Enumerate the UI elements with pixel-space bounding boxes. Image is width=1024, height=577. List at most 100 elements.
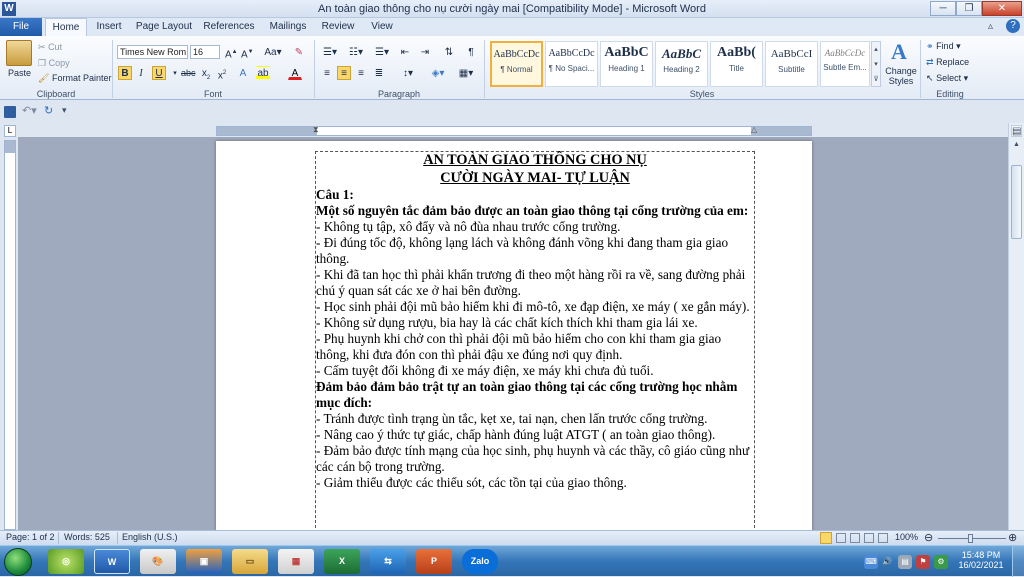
- horizontal-ruler[interactable]: ⧗ △: [216, 125, 812, 136]
- font-size-combo[interactable]: 16: [190, 45, 220, 59]
- increase-indent-icon[interactable]: ⇥: [418, 45, 432, 59]
- powerpoint-taskbar-icon[interactable]: P: [416, 549, 452, 574]
- restore-button[interactable]: ❐: [956, 1, 982, 16]
- tray-utility-icon[interactable]: ⚙: [934, 555, 948, 569]
- word-count[interactable]: Words: 525: [64, 532, 110, 542]
- right-indent-marker-icon[interactable]: △: [751, 125, 757, 134]
- text-effects-icon[interactable]: A: [236, 66, 250, 80]
- indent-marker-icon[interactable]: ⧗: [313, 125, 319, 135]
- zoom-in-icon[interactable]: ⊕: [1008, 531, 1017, 544]
- app-icon[interactable]: ▣: [186, 549, 222, 574]
- style-heading-1[interactable]: AaBbC Heading 1: [600, 41, 653, 87]
- tray-app-icon[interactable]: ⌨: [864, 555, 878, 569]
- vertical-scrollbar[interactable]: ▤ ▲: [1008, 123, 1024, 530]
- font-family-combo[interactable]: Times New Rom: [117, 45, 188, 59]
- show-desktop-button[interactable]: [1012, 546, 1024, 577]
- draft-view-icon[interactable]: [878, 533, 888, 543]
- find-button[interactable]: ⚭ Find ▾: [926, 41, 961, 52]
- style-subtitle[interactable]: AaBbCcI Subtitle: [765, 41, 818, 87]
- unikey-icon[interactable]: ▦: [278, 549, 314, 574]
- paint-icon[interactable]: 🎨: [140, 549, 176, 574]
- tab-page-layout[interactable]: Page Layout: [134, 18, 194, 36]
- clock[interactable]: 15:48 PM 16/02/2021: [956, 550, 1006, 570]
- bold-button[interactable]: B: [118, 66, 132, 80]
- replace-button[interactable]: ⇄ Replace: [926, 57, 969, 68]
- style-no-spacing[interactable]: AaBbCcDc ¶ No Spaci...: [545, 41, 598, 87]
- italic-button[interactable]: I: [134, 66, 148, 80]
- tab-mailings[interactable]: Mailings: [264, 18, 312, 36]
- start-button[interactable]: [4, 548, 32, 576]
- change-case-icon[interactable]: Aa▾: [262, 45, 284, 59]
- tab-references[interactable]: References: [200, 18, 258, 36]
- vertical-ruler[interactable]: [4, 140, 16, 530]
- minimize-button[interactable]: ─: [930, 1, 956, 16]
- decrease-indent-icon[interactable]: ⇤: [398, 45, 412, 59]
- change-styles-button[interactable]: Change Styles: [884, 66, 918, 86]
- bullets-icon[interactable]: ☰▾: [320, 45, 340, 59]
- flag-icon[interactable]: ⚑: [916, 555, 930, 569]
- superscript-button[interactable]: x2: [215, 66, 229, 81]
- style-title[interactable]: AaBb(Title: [710, 41, 763, 87]
- format-painter-button[interactable]: 🖌 Format Painter: [38, 73, 111, 84]
- tab-home[interactable]: Home: [45, 18, 87, 36]
- web-layout-view-icon[interactable]: [850, 533, 860, 543]
- save-icon[interactable]: [4, 106, 16, 118]
- style-normal[interactable]: AaBbCcDc ¶ Normal: [490, 41, 543, 87]
- show-formatting-icon[interactable]: ¶: [464, 45, 478, 59]
- grow-font-icon[interactable]: A▲: [224, 45, 238, 60]
- close-button[interactable]: ✕: [982, 1, 1022, 16]
- document-page[interactable]: AN TOÀN GIAO THÔNG CHO NỤ CƯỜI NGÀY MAI-…: [216, 141, 812, 543]
- borders-icon[interactable]: ▦▾: [456, 66, 476, 80]
- align-center-icon[interactable]: ≡: [337, 66, 351, 80]
- style-subtle-emphasis[interactable]: AaBbCcDc Subtle Em...: [820, 41, 870, 87]
- align-left-icon[interactable]: ≡: [320, 66, 334, 80]
- scroll-thumb[interactable]: [1011, 165, 1022, 239]
- underline-button[interactable]: U: [152, 66, 166, 80]
- text-box[interactable]: AN TOÀN GIAO THÔNG CHO NỤ CƯỜI NGÀY MAI-…: [315, 151, 755, 543]
- help-icon[interactable]: ?: [1006, 19, 1020, 33]
- zalo-icon[interactable]: Zalo: [462, 549, 498, 574]
- excel-taskbar-icon[interactable]: X: [324, 549, 360, 574]
- styles-scroll-icon[interactable]: ▴ ▾ ⊽: [871, 41, 881, 87]
- select-button[interactable]: ↖ Select ▾: [926, 73, 968, 84]
- cut-button[interactable]: ✂ Cut: [38, 42, 62, 53]
- tab-view[interactable]: View: [364, 18, 400, 36]
- tab-insert[interactable]: Insert: [90, 18, 128, 36]
- outline-view-icon[interactable]: [864, 533, 874, 543]
- customize-qat-icon[interactable]: ▾: [62, 105, 67, 116]
- change-styles-icon[interactable]: A: [888, 40, 910, 64]
- volume-icon[interactable]: 🔊: [880, 555, 894, 569]
- align-right-icon[interactable]: ≡: [354, 66, 368, 80]
- tab-review[interactable]: Review: [318, 18, 358, 36]
- network-icon[interactable]: ▤: [898, 555, 912, 569]
- highlight-color-icon[interactable]: ab: [256, 66, 270, 80]
- teamviewer-icon[interactable]: ⇆: [370, 549, 406, 574]
- zoom-level[interactable]: 100%: [895, 532, 918, 542]
- style-heading-2[interactable]: AaBbC Heading 2: [655, 41, 708, 87]
- scroll-up-icon[interactable]: ▲: [1011, 141, 1022, 153]
- tab-file[interactable]: File: [0, 18, 42, 36]
- minimize-ribbon-icon[interactable]: ▵: [988, 21, 993, 32]
- justify-icon[interactable]: ≣: [372, 66, 386, 80]
- ruler-toggle-icon[interactable]: ▤: [1011, 125, 1022, 137]
- tab-selector-icon[interactable]: L: [4, 125, 16, 137]
- subscript-button[interactable]: x2: [199, 66, 213, 81]
- print-layout-view-icon[interactable]: [820, 532, 832, 544]
- redo-icon[interactable]: ↻: [44, 104, 53, 117]
- strikethrough-button[interactable]: abc: [180, 66, 196, 80]
- full-screen-view-icon[interactable]: [836, 533, 846, 543]
- line-spacing-icon[interactable]: ↕▾: [398, 66, 418, 80]
- coccoc-browser-icon[interactable]: ◎: [48, 549, 84, 574]
- language-indicator[interactable]: English (U.S.): [122, 532, 178, 542]
- word-taskbar-icon[interactable]: W: [94, 549, 130, 574]
- paste-button[interactable]: Paste: [8, 68, 31, 78]
- shrink-font-icon[interactable]: A▼: [240, 45, 254, 60]
- page-count[interactable]: Page: 1 of 2: [6, 532, 55, 542]
- clear-formatting-icon[interactable]: ✎: [292, 45, 306, 59]
- numbering-icon[interactable]: ☷▾: [346, 45, 366, 59]
- zoom-out-icon[interactable]: ⊖: [924, 531, 933, 544]
- zoom-slider-thumb[interactable]: [968, 534, 973, 543]
- shading-icon[interactable]: ◈▾: [428, 66, 448, 80]
- paste-icon[interactable]: [6, 40, 32, 66]
- multilevel-list-icon[interactable]: ☰▾: [372, 45, 392, 59]
